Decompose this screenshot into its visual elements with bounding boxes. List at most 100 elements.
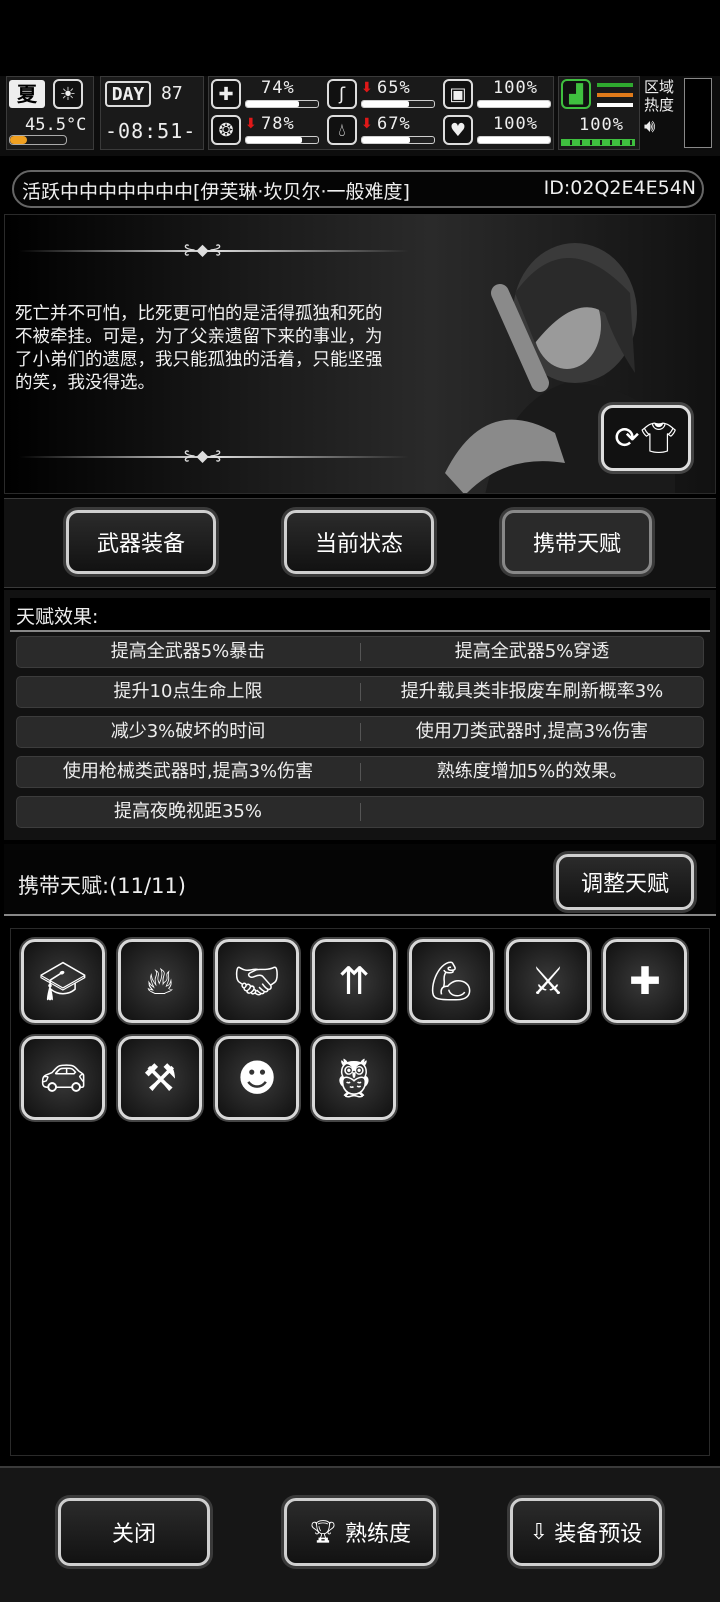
talent-slot[interactable]: ☻ bbox=[215, 1036, 299, 1120]
effect-row: 提高全武器5%暴击 提高全武器5%穿透 bbox=[16, 636, 704, 668]
talent-slot[interactable]: ⇈ bbox=[312, 939, 396, 1023]
effect-divider bbox=[360, 643, 361, 661]
stat-bar bbox=[361, 136, 435, 144]
stat-value: 100% bbox=[493, 114, 538, 134]
boot-icon: ▟ bbox=[561, 79, 591, 109]
bottom-bar: 关闭 🏆︎ 熟练度 ⇩ 装备预设 bbox=[0, 1466, 720, 1602]
thermometer-icon bbox=[9, 135, 67, 145]
effect-row: 使用枪械类武器时,提高3%伤害 熟练度增加5%的效果。 bbox=[16, 756, 704, 788]
stamina-panel: ▟ 100% bbox=[558, 76, 640, 150]
day-label: DAY bbox=[105, 81, 151, 107]
sun-icon: ☀ bbox=[53, 79, 83, 109]
stat-value: 67% bbox=[377, 114, 411, 134]
tab-talents[interactable]: 携带天赋 bbox=[502, 510, 652, 574]
effect-text: 提升载具类非报废车刷新概率3% bbox=[400, 681, 664, 702]
decrease-arrow-icon: ⬇ bbox=[361, 116, 373, 132]
day-clock-panel: DAY 87 -08:51- bbox=[100, 76, 204, 150]
tab-status-label: 当前状态 bbox=[314, 532, 403, 557]
talent-slot[interactable]: 🎓︎ bbox=[21, 939, 105, 1023]
trophy-icon: 🏆︎ bbox=[309, 1519, 337, 1545]
talent-slot[interactable]: 🔥︎ bbox=[118, 939, 202, 1023]
tab-weapons-label: 武器装备 bbox=[96, 532, 185, 557]
effect-text bbox=[361, 797, 703, 827]
effect-row: 提升10点生命上限 提升载具类非报废车刷新概率3% bbox=[16, 676, 704, 708]
talent-slot[interactable]: 🤝︎ bbox=[215, 939, 299, 1023]
fire-door-icon: 🔥︎ bbox=[146, 958, 174, 1003]
stat-value: 74% bbox=[261, 78, 295, 98]
character-title-bar: 活跃中中中中中中中[伊芙琳·坎贝尔·一般难度] ID:02Q2E4E54N bbox=[12, 170, 704, 208]
effects-header: 天赋效果: bbox=[16, 606, 99, 628]
talent-slot[interactable]: ⚔ bbox=[506, 939, 590, 1023]
stat-bar bbox=[477, 136, 551, 144]
crossed-axes-icon: ⚒ bbox=[142, 1056, 178, 1100]
stat-bar bbox=[477, 100, 551, 108]
character-quote: 死亡并不可怕，比死更可怕的是活得孤独和死的不被牵挂。可是，为了父亲遗留下来的事业… bbox=[15, 304, 383, 393]
medkit-plus-icon: ✚ bbox=[629, 959, 661, 1003]
zone-heat-label: 区域热度 bbox=[644, 78, 675, 114]
zone-heat-meter bbox=[684, 78, 712, 148]
preset-icon: ⇩ bbox=[529, 1519, 549, 1545]
stat-bar bbox=[361, 100, 435, 108]
heart-icon: ♥ bbox=[443, 115, 473, 145]
water-drop-icon: 💧︎ bbox=[327, 115, 357, 145]
stat-bar bbox=[245, 136, 319, 144]
day-number: 87 bbox=[161, 83, 183, 104]
stomach-icon: ʃ bbox=[327, 79, 357, 109]
adjust-talents-label: 调整天赋 bbox=[580, 872, 669, 897]
equipment-preset-label: 装备预设 bbox=[554, 1522, 643, 1547]
talent-slot[interactable]: ✚ bbox=[603, 939, 687, 1023]
brain-head-icon: ☻ bbox=[237, 1056, 277, 1100]
talent-slot[interactable]: 🦉︎ bbox=[312, 1036, 396, 1120]
tab-bar: 武器装备 当前状态 携带天赋 bbox=[4, 498, 716, 588]
effect-text: 减少3%破坏的时间 bbox=[110, 721, 266, 742]
stat-bar bbox=[245, 100, 319, 108]
effect-text: 使用刀类武器时,提高3%伤害 bbox=[415, 721, 649, 742]
tab-talents-label: 携带天赋 bbox=[532, 532, 621, 557]
carry-talents-count: 携带天赋:(11/11) bbox=[18, 874, 186, 898]
temperature: 45.5°C bbox=[25, 115, 87, 135]
character-title: 活跃中中中中中中中[伊芙琳·坎贝尔·一般难度] bbox=[22, 181, 410, 203]
talent-slot[interactable]: 💪︎ bbox=[409, 939, 493, 1023]
brain-icon: ❂ bbox=[211, 115, 241, 145]
medkit-icon: ✚ bbox=[211, 79, 241, 109]
crossed-swords-icon: ⚔ bbox=[530, 959, 566, 1003]
talent-slot[interactable]: ⚒ bbox=[118, 1036, 202, 1120]
adjust-talents-button[interactable]: 调整天赋 bbox=[556, 854, 694, 910]
effect-text: 使用枪械类武器时,提高3%伤害 bbox=[62, 761, 314, 782]
graduation-cap-icon: 🎓︎ bbox=[38, 958, 88, 1003]
tab-weapons[interactable]: 武器装备 bbox=[66, 510, 216, 574]
effect-divider bbox=[360, 763, 361, 781]
stat-value: 78% bbox=[261, 114, 295, 134]
effect-text: 熟练度增加5%的效果。 bbox=[436, 761, 628, 782]
carry-talents-bar: 携带天赋:(11/11) 调整天赋 bbox=[4, 844, 716, 916]
speaker-icon[interactable]: 🔊︎ bbox=[644, 116, 680, 137]
effect-text: 提高全武器5%暴击 bbox=[110, 641, 266, 662]
proficiency-button[interactable]: 🏆︎ 熟练度 bbox=[284, 1498, 436, 1566]
ornament-icon: ⊱◆⊰ bbox=[183, 446, 223, 465]
ornament-icon: ⊱◆⊰ bbox=[183, 240, 223, 259]
effect-row: 提高夜晚视距35% bbox=[16, 796, 704, 828]
weather-panel: 夏 ☀ 45.5°C bbox=[6, 76, 94, 150]
effect-text: 提高夜晚视距35% bbox=[113, 801, 262, 822]
muscle-arm-icon: 💪︎ bbox=[426, 958, 476, 1003]
stamina-bar bbox=[561, 139, 635, 146]
effect-divider bbox=[360, 803, 361, 821]
talent-slot[interactable]: 🚗︎ bbox=[21, 1036, 105, 1120]
owl-icon: 🦉︎ bbox=[329, 1055, 379, 1100]
change-outfit-button[interactable]: ⟳👕︎ bbox=[601, 405, 691, 471]
effect-divider bbox=[360, 683, 361, 701]
effect-text: 提升10点生命上限 bbox=[113, 681, 263, 702]
character-bio-panel: ⊱◆⊰ ⊱◆⊰ 死亡并不可怕，比死更可怕的是活得孤独和死的不被牵挂。可是，为了父… bbox=[4, 214, 716, 494]
outfit-swap-icon: ⟳👕︎ bbox=[614, 420, 678, 456]
clock: -08:51- bbox=[105, 119, 197, 143]
tab-status[interactable]: 当前状态 bbox=[284, 510, 434, 574]
zone-heat[interactable]: 区域热度 🔊︎ bbox=[644, 78, 680, 148]
equipment-preset-button[interactable]: ⇩ 装备预设 bbox=[510, 1498, 662, 1566]
stat-value: 65% bbox=[377, 78, 411, 98]
vital-stats-panel: ✚ 74% ʃ ⬇ 65% ▣ 100% ❂ ⬇ 78% 💧︎ ⬇ 67% ♥ 100% bbox=[208, 76, 554, 150]
speed-run-icon: ⇈ bbox=[338, 959, 370, 1003]
close-button[interactable]: 关闭 bbox=[58, 1498, 210, 1566]
decrease-arrow-icon: ⬇ bbox=[245, 116, 257, 132]
stamina-value: 100% bbox=[579, 115, 624, 135]
player-id: ID:02Q2E4E54N bbox=[543, 177, 696, 199]
